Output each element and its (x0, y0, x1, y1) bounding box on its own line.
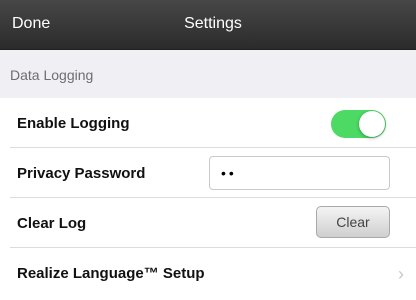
enable-logging-toggle[interactable] (331, 110, 386, 138)
row-clear-log: Clear Log Clear (0, 198, 416, 248)
section-header-data-logging: Data Logging (0, 50, 416, 98)
toggle-knob (359, 111, 385, 137)
section-header-label: Data Logging (10, 67, 94, 83)
chevron-right-icon: › (398, 264, 404, 284)
clear-log-label: Clear Log (17, 215, 87, 232)
navigation-bar: Done Settings (0, 0, 416, 50)
privacy-password-label: Privacy Password (17, 165, 146, 182)
privacy-password-field[interactable]: •• (209, 156, 390, 190)
row-enable-logging: Enable Logging (0, 98, 416, 148)
row-privacy-password: Privacy Password •• (0, 148, 416, 198)
page-title: Settings (184, 15, 242, 32)
realize-language-setup-label: Realize Language™ Setup (17, 265, 205, 282)
row-realize-language-setup[interactable]: Realize Language™ Setup › (0, 248, 416, 300)
clear-log-button[interactable]: Clear (316, 206, 390, 238)
enable-logging-label: Enable Logging (17, 115, 130, 132)
